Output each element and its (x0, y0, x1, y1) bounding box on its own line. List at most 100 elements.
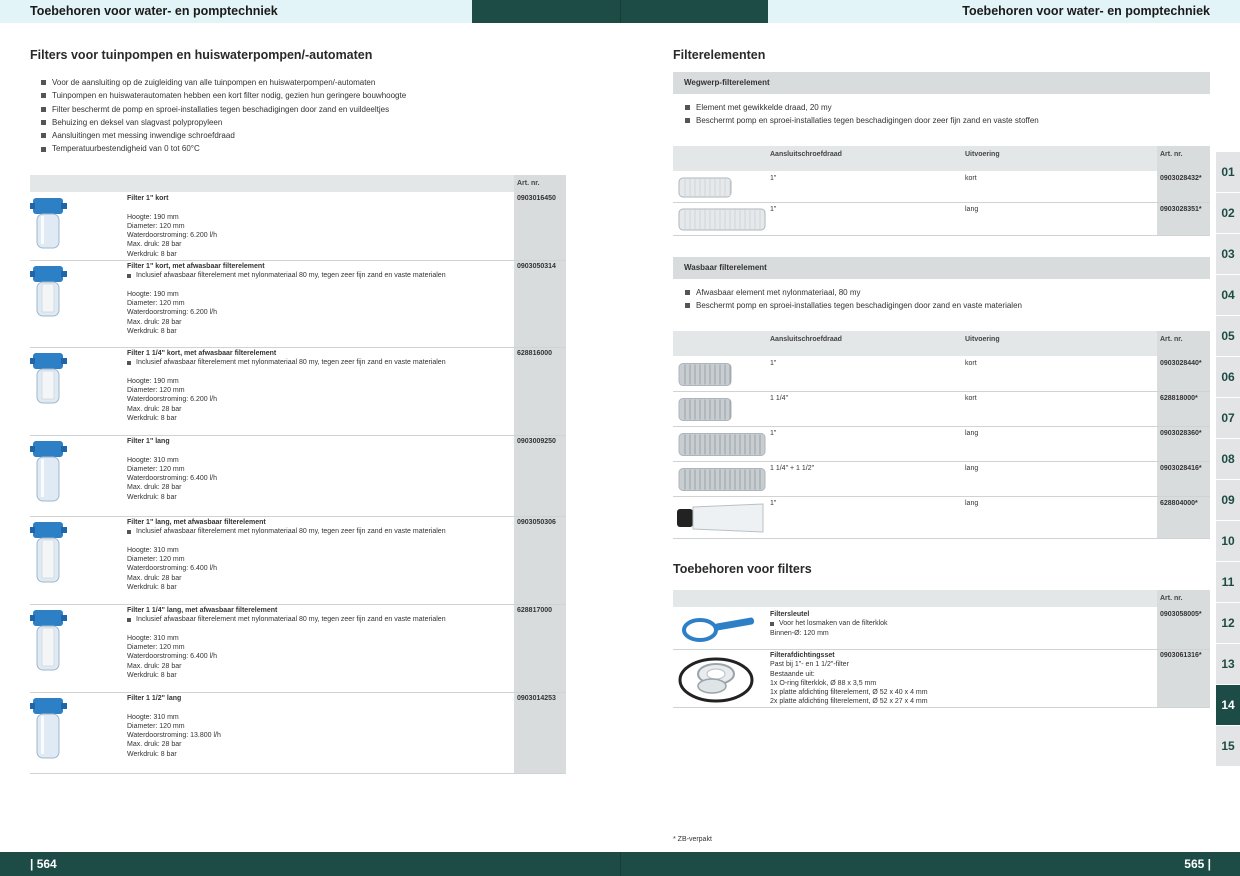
product-spec: Hoogte: 310 mm (127, 634, 179, 642)
product-bullet: Inclusief afwasbaar filterelement met ny… (127, 358, 446, 367)
bullet-square-icon (685, 118, 690, 124)
art-number: 628804000* (1160, 500, 1198, 507)
art-number: 628818000* (1160, 395, 1198, 402)
product-spec: Hoogte: 190 mm (127, 377, 179, 385)
art-number: 628816000 (517, 350, 553, 357)
list-item: Beschermt pomp en sproei-installaties te… (685, 114, 1039, 127)
version: kort (965, 360, 977, 367)
chapter-tab-15[interactable]: 15 (1216, 726, 1240, 766)
chapter-tab-13[interactable]: 13 (1216, 644, 1240, 684)
chapter-tab-06[interactable]: 06 (1216, 357, 1240, 397)
product-spec: Diameter: 120 mm (127, 387, 185, 395)
disposable-bullet-list: Element met gewikkelde draad, 20 my Besc… (685, 101, 1039, 128)
product-spec: Waterdoorstroming: 6.200 l/h (127, 396, 218, 404)
accessories-table-header (673, 590, 1210, 607)
accessories-title: Toebehoren voor filters (673, 562, 812, 576)
product-spec: Waterdoorstroming: 13.800 l/h (127, 732, 221, 740)
bullet-square-icon (41, 120, 46, 126)
filter-key-image (682, 617, 755, 642)
chapter-tab-05[interactable]: 05 (1216, 316, 1240, 356)
chapter-tab-11[interactable]: 11 (1216, 562, 1240, 602)
art-header: Art. nr. (1160, 595, 1183, 602)
thread-size: 1 1/4" (770, 395, 789, 402)
product-name: Filter 1 1/4" lang, met afwasbaar filter… (127, 607, 278, 614)
product-spec: Diameter: 120 mm (127, 465, 185, 473)
right-page-header-title: Toebehoren voor water- en pomptechniek (962, 4, 1210, 18)
chapter-tab-07[interactable]: 07 (1216, 398, 1240, 438)
list-item: Element met gewikkelde draad, 20 my (685, 101, 1039, 114)
art-number: 0903028351* (1160, 206, 1202, 213)
list-item: Beschermt pomp en sproei-installaties te… (685, 299, 1022, 312)
product-spec: Diameter: 120 mm (127, 722, 185, 730)
row-divider (673, 496, 1210, 497)
footer-divider (620, 852, 621, 876)
product-spec: Waterdoorstroming: 6.400 l/h (127, 475, 218, 483)
row-divider (30, 347, 566, 348)
product-spec: Max. druk: 28 bar (127, 405, 182, 413)
bullet-square-icon (685, 303, 690, 309)
version: kort (965, 395, 977, 402)
thread-size: 1" (770, 430, 777, 437)
chapter-tab-01[interactable]: 01 (1216, 152, 1240, 192)
chapter-tab-09[interactable]: 09 (1216, 480, 1240, 520)
version-header: Uitvoering (965, 336, 1000, 343)
accessory-name: Filterafdichtingsset (770, 652, 835, 659)
art-header: Art. nr. (1160, 151, 1183, 158)
product-spec: Max. druk: 28 bar (127, 741, 182, 749)
filter-element-image (678, 208, 766, 231)
accessory-name: Filtersleutel (770, 611, 810, 618)
disposable-table-header (673, 146, 1210, 171)
bullet-square-icon (127, 360, 131, 365)
product-bullet: Inclusief afwasbaar filterelement met ny… (127, 615, 446, 624)
chapter-tab-14[interactable]: 14 (1216, 685, 1240, 725)
filter-element-image (678, 398, 732, 421)
row-divider (673, 707, 1210, 708)
bullet-square-icon (41, 146, 46, 152)
chapter-tab-10[interactable]: 10 (1216, 521, 1240, 561)
product-name: Filter 1" kort, met afwasbaar filterelem… (127, 263, 265, 270)
bullet-square-icon (41, 93, 46, 99)
row-divider (673, 461, 1210, 462)
art-number: 0903016450 (517, 195, 556, 202)
thread-header: Aansluitschroefdraad (770, 151, 842, 158)
filter-housing-image (30, 353, 67, 404)
thread-header: Aansluitschroefdraad (770, 336, 842, 343)
chapter-tab-08[interactable]: 08 (1216, 439, 1240, 479)
chapter-tab-02[interactable]: 02 (1216, 193, 1240, 233)
thread-size: 1 1/4" + 1 1/2" (770, 465, 815, 472)
art-number: 0903028360* (1160, 430, 1202, 437)
product-spec: Werkdruk: 8 bar (127, 250, 177, 258)
accessory-item: Filtersleutel Voor het losmaken van de f… (770, 611, 888, 637)
chapter-tab-04[interactable]: 04 (1216, 275, 1240, 315)
list-item: Afwasbaar element met nylonmateriaal, 80… (685, 286, 1022, 299)
washable-bullet-list: Afwasbaar element met nylonmateriaal, 80… (685, 286, 1022, 313)
header-divider (620, 0, 621, 23)
art-number: 0903028416* (1160, 465, 1202, 472)
chapter-tab-12[interactable]: 12 (1216, 603, 1240, 643)
art-number: 0903050306 (517, 519, 556, 526)
product-bullet-text: Inclusief afwasbaar filterelement met ny… (136, 616, 446, 624)
bullet-square-icon (770, 621, 774, 626)
art-header: Art. nr. (1160, 336, 1183, 343)
thread-size: 1" (770, 500, 777, 507)
bullet-square-icon (127, 273, 131, 278)
product-spec: Hoogte: 190 mm (127, 290, 179, 298)
thread-size: 1" (770, 206, 777, 213)
right-page-number: 565 | (1184, 857, 1211, 871)
art-number-header: Art. nr. (517, 180, 540, 187)
chapter-tab-03[interactable]: 03 (1216, 234, 1240, 274)
filter-housing-image (30, 698, 67, 759)
product-spec: Werkdruk: 8 bar (127, 328, 177, 336)
product-spec: Hoogte: 190 mm (127, 213, 179, 221)
filter-product-info: Filter 1" lang, met afwasbaar filterelem… (127, 518, 446, 592)
filter-product-info: Filter 1" kort Hoogte: 190 mm Diameter: 12… (127, 194, 217, 259)
row-divider (673, 202, 1210, 203)
art-number: 628817000 (517, 607, 553, 614)
art-number: 0903061316* (1160, 652, 1202, 659)
product-bullet-text: Inclusief afwasbaar filterelement met ny… (136, 528, 446, 536)
row-divider (30, 516, 566, 517)
version: lang (965, 430, 979, 437)
product-spec: Hoogte: 310 mm (127, 456, 179, 464)
